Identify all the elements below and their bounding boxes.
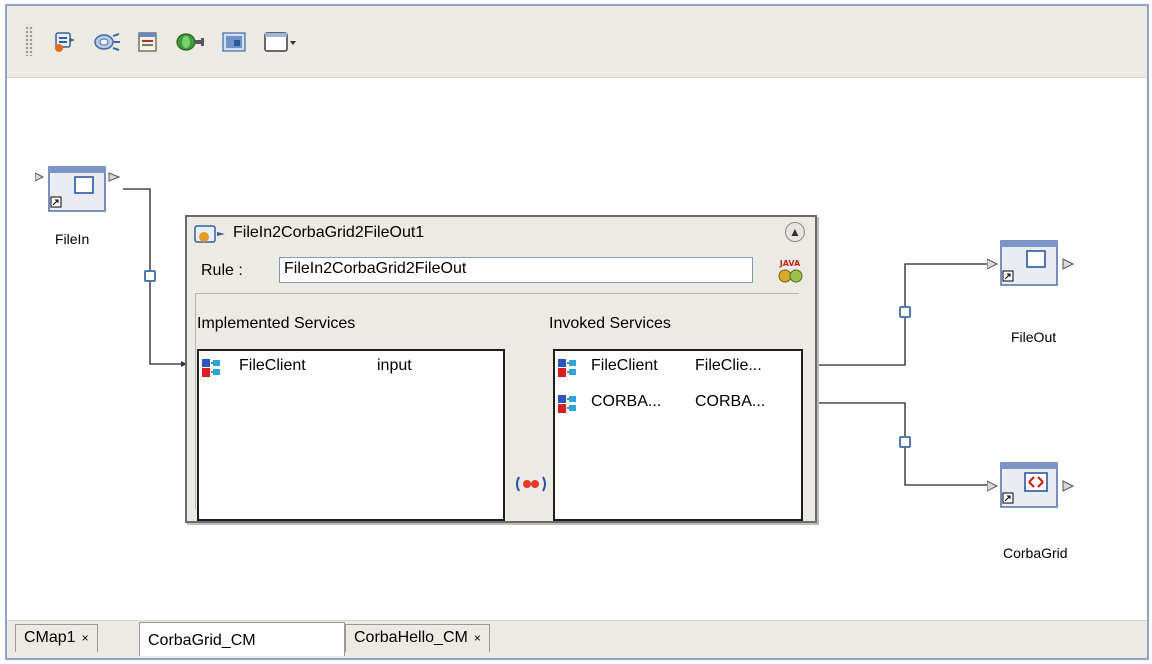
link-operations-icon[interactable] xyxy=(513,473,549,495)
rule-name-field[interactable]: FileIn2CorbaGrid2FileOut xyxy=(279,257,753,283)
window-dropdown-icon[interactable] xyxy=(263,30,297,54)
corba-adapter-icon xyxy=(986,462,1075,508)
toolbar xyxy=(7,6,1147,78)
list-item[interactable]: FileClient input xyxy=(201,355,501,379)
image-icon[interactable] xyxy=(221,30,247,54)
implemented-services-header: Implemented Services xyxy=(197,315,356,332)
connector-icon[interactable] xyxy=(175,30,204,54)
tab-label: CMap1 xyxy=(24,629,76,646)
rule-label: Rule : xyxy=(201,262,243,279)
tab-corbahello-cm[interactable]: CorbaHello_CM × xyxy=(345,624,490,652)
rule-panel-title-text: FileIn2CorbaGrid2FileOut1 xyxy=(233,224,425,241)
service-operation: input xyxy=(377,357,412,374)
filein-node[interactable]: FileIn xyxy=(34,165,129,247)
service-operation: FileClie... xyxy=(695,357,762,374)
properties-icon[interactable] xyxy=(135,30,161,54)
business-rule-panel[interactable]: FileIn2CorbaGrid2FileOut1 ▲ Rule : FileI… xyxy=(185,215,817,523)
fileout-label: FileOut xyxy=(1011,329,1057,345)
svg-text:JAVA: JAVA xyxy=(779,259,801,268)
close-icon[interactable]: × xyxy=(82,631,89,645)
tab-corbagrid-cm[interactable]: CorbaGrid_CM xyxy=(139,622,345,656)
list-item[interactable]: CORBA... CORBA... xyxy=(557,391,801,415)
rule-gear-icon xyxy=(194,225,225,243)
editor-tab-bar: CMap1 × CorbaGrid_CM CorbaHello_CM × xyxy=(7,620,1147,658)
web-service-icon xyxy=(202,359,220,377)
service-name: FileClient xyxy=(239,357,306,374)
tab-label: CorbaHello_CM xyxy=(354,629,468,646)
tab-label: CorbaGrid_CM xyxy=(148,632,256,649)
invoked-services-list[interactable]: FileClient FileClie... CORBA... CORBA... xyxy=(553,349,803,521)
java-rule-icon[interactable]: JAVA xyxy=(775,257,805,285)
web-service-icon xyxy=(558,395,576,413)
close-icon[interactable]: × xyxy=(474,631,481,645)
fileout-node[interactable]: FileOut xyxy=(986,239,1083,345)
new-rule-icon[interactable] xyxy=(51,30,77,54)
collapse-button[interactable]: ▲ xyxy=(785,222,805,242)
collaboration-map-canvas[interactable]: FileIn FileOut CorbaGrid FileIn2CorbaGri… xyxy=(7,79,1147,619)
implemented-services-list[interactable]: FileClient input xyxy=(197,349,505,521)
file-adapter-icon xyxy=(34,166,121,212)
web-service-icon xyxy=(558,359,576,377)
corbagrid-node[interactable]: CorbaGrid xyxy=(986,461,1083,561)
list-item[interactable]: FileClient FileClie... xyxy=(557,355,801,379)
service-operation: CORBA... xyxy=(695,393,766,410)
file-adapter-icon xyxy=(986,240,1075,286)
corbagrid-label: CorbaGrid xyxy=(1003,545,1068,561)
filein-label: FileIn xyxy=(55,231,90,247)
invoked-services-header: Invoked Services xyxy=(549,315,671,332)
transform-icon[interactable] xyxy=(93,30,120,54)
cmap-editor-window: FileIn FileOut CorbaGrid FileIn2CorbaGri… xyxy=(5,4,1149,660)
toolbar-grip[interactable] xyxy=(25,26,33,56)
link-connector-fileout[interactable] xyxy=(899,306,911,318)
service-name: CORBA... xyxy=(591,393,662,410)
link-connector-corbagrid[interactable] xyxy=(899,436,911,448)
service-name: FileClient xyxy=(591,357,658,374)
tab-cmap1[interactable]: CMap1 × xyxy=(15,624,98,652)
link-connector-filein[interactable] xyxy=(144,270,156,282)
